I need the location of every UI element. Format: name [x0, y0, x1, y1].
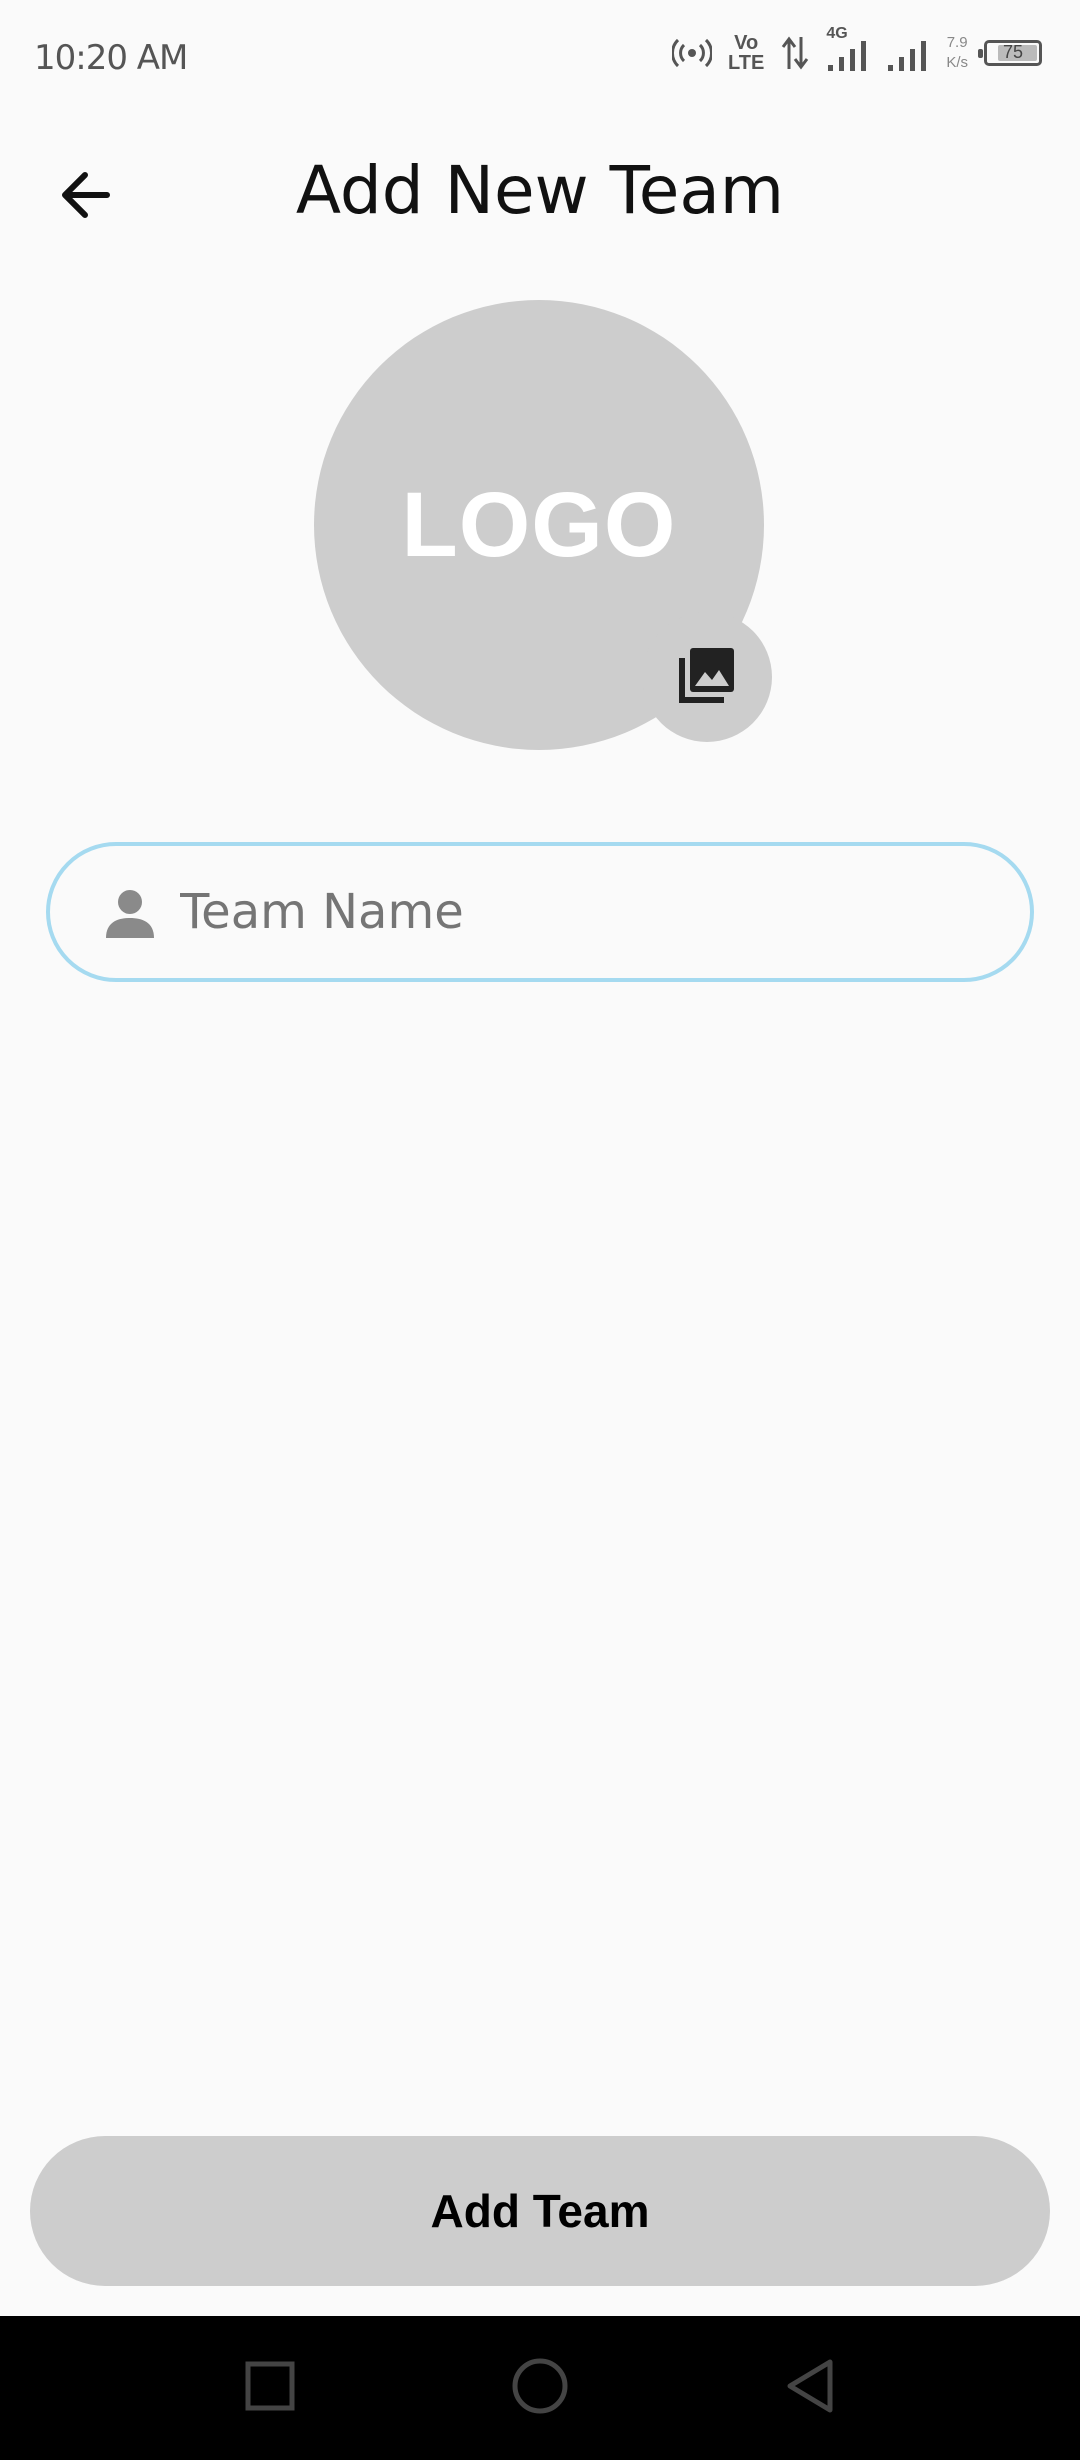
speed-unit: K/s — [946, 54, 968, 71]
logo-placeholder-text: LOGO — [401, 473, 677, 576]
triangle-back-icon — [784, 2358, 836, 2419]
logo-picker: LOGO — [314, 300, 774, 760]
network-speed: 7.9 K/s — [946, 33, 968, 73]
hotspot-icon — [672, 36, 713, 70]
nav-back-button[interactable] — [760, 2338, 860, 2438]
volte-top: Vo — [734, 32, 759, 54]
status-time: 10:20 AM — [34, 38, 188, 78]
volte-indicator: Vo LTE — [728, 33, 764, 73]
recents-button[interactable] — [220, 2338, 320, 2438]
page-title: Add New Team — [295, 152, 785, 229]
data-transfer-icon — [780, 35, 810, 71]
team-name-field[interactable] — [46, 842, 1034, 982]
volte-bottom: LTE — [728, 52, 765, 74]
battery-icon: 75 — [978, 40, 1042, 66]
add-team-button[interactable]: Add Team — [30, 2136, 1050, 2286]
speed-value: 7.9 — [946, 34, 968, 51]
network-type-label: 4G — [826, 25, 848, 42]
square-icon — [244, 2360, 296, 2417]
photo-library-icon — [676, 644, 738, 711]
status-bar: 10:20 AM Vo LTE 4G 7.9 K/s 75 — [0, 0, 1080, 110]
battery-level: 75 — [1002, 42, 1024, 62]
system-nav-bar — [0, 2316, 1080, 2460]
person-icon — [102, 884, 158, 940]
team-name-input[interactable] — [178, 883, 1030, 941]
circle-icon — [510, 2356, 570, 2421]
signal-strength-icon: 4G — [826, 25, 870, 73]
app-bar: Add New Team — [0, 130, 1080, 250]
home-button[interactable] — [490, 2338, 590, 2438]
pick-image-button[interactable] — [642, 612, 772, 742]
status-icons: Vo LTE 4G 7.9 K/s 75 — [672, 25, 1042, 78]
signal-strength-2-icon — [886, 33, 930, 73]
